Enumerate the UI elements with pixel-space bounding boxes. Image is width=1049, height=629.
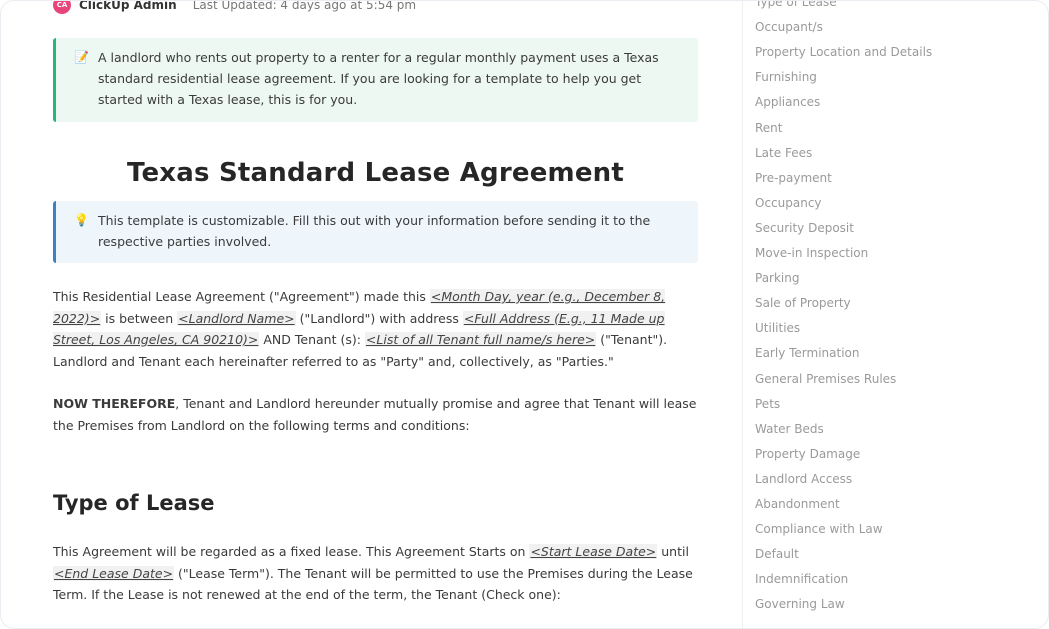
- toc-item[interactable]: Rent: [755, 121, 783, 135]
- tip-callout: 💡 This template is customizable. Fill th…: [53, 201, 698, 263]
- memo-icon: 📝: [74, 50, 89, 64]
- toc-item[interactable]: Compliance with Law: [755, 522, 883, 536]
- terms-paragraph: NOW THEREFORE, Tenant and Landlord hereu…: [53, 393, 703, 436]
- toc-item[interactable]: Occupancy: [755, 196, 822, 210]
- page-title: Texas Standard Lease Agreement: [126, 158, 624, 188]
- tip-callout-text: This template is customizable. Fill this…: [98, 213, 651, 249]
- document-body: CA ClickUp Admin Last Updated: 4 days ag…: [53, 0, 703, 628]
- agreement-paragraph: This Residential Lease Agreement ("Agree…: [53, 286, 703, 372]
- placeholder-start-date[interactable]: <Start Lease Date>: [529, 544, 658, 559]
- placeholder-end-date[interactable]: <End Lease Date>: [53, 565, 175, 581]
- document-frame: CA ClickUp Admin Last Updated: 4 days ag…: [0, 0, 1049, 629]
- lightbulb-icon: 💡: [74, 213, 89, 227]
- bold-run: NOW THEREFORE: [53, 396, 176, 411]
- placeholder-tenant-names[interactable]: <List of all Tenant full name/s here>: [364, 332, 597, 347]
- toc-item[interactable]: Furnishing: [755, 70, 817, 84]
- text-run: This Agreement will be regarded as a fix…: [53, 544, 530, 559]
- intro-callout-text: A landlord who rents out property to a r…: [98, 50, 659, 107]
- toc-item[interactable]: Sale of Property: [755, 296, 851, 310]
- text-run: This Residential Lease Agreement ("Agree…: [53, 289, 430, 304]
- toc-item[interactable]: Governing Law: [755, 597, 845, 611]
- text-run: AND Tenant (s):: [259, 332, 365, 347]
- placeholder-landlord-name[interactable]: <Landlord Name>: [177, 310, 296, 326]
- toc-item[interactable]: Property Damage: [755, 447, 860, 461]
- toc-item[interactable]: Default: [755, 547, 799, 561]
- toc-item[interactable]: Early Termination: [755, 346, 859, 360]
- toc-item[interactable]: Late Fees: [755, 146, 812, 160]
- text-run: until: [657, 544, 689, 559]
- avatar[interactable]: CA: [53, 1, 71, 14]
- lease-type-paragraph: This Agreement will be regarded as a fix…: [53, 541, 703, 606]
- toc-item[interactable]: Pets: [755, 397, 780, 411]
- toc-item[interactable]: Water Beds: [755, 422, 824, 436]
- intro-callout: 📝 A landlord who rents out property to a…: [53, 38, 698, 122]
- toc-item[interactable]: Indemnification: [755, 572, 848, 586]
- toc-item[interactable]: Occupant/s: [755, 20, 823, 34]
- toc-item[interactable]: Type of Lease: [755, 1, 837, 9]
- text-run: is between: [101, 310, 178, 326]
- toc-item[interactable]: Move-in Inspection: [755, 246, 868, 260]
- toc-item[interactable]: Property Location and Details: [755, 45, 932, 59]
- toc-item[interactable]: Utilities: [755, 321, 800, 335]
- doc-meta: CA ClickUp Admin Last Updated: 4 days ag…: [53, 0, 417, 14]
- toc-item[interactable]: Security Deposit: [755, 221, 854, 235]
- text-run: ("Landlord") with address: [295, 310, 463, 326]
- toc-item[interactable]: Abandonment: [755, 497, 840, 511]
- table-of-contents: Type of Lease Occupant/s Property Location…: [742, 1, 1048, 628]
- author-name[interactable]: ClickUp Admin: [79, 1, 177, 12]
- toc-item[interactable]: Landlord Access: [755, 472, 852, 486]
- section-heading-type-of-lease: Type of Lease: [53, 491, 215, 515]
- toc-item[interactable]: Pre-payment: [755, 171, 832, 185]
- last-updated: Last Updated: 4 days ago at 5:54 pm: [192, 0, 417, 12]
- toc-item[interactable]: Appliances: [755, 95, 820, 109]
- toc-item[interactable]: General Premises Rules: [755, 372, 896, 386]
- toc-item[interactable]: Parking: [755, 271, 800, 285]
